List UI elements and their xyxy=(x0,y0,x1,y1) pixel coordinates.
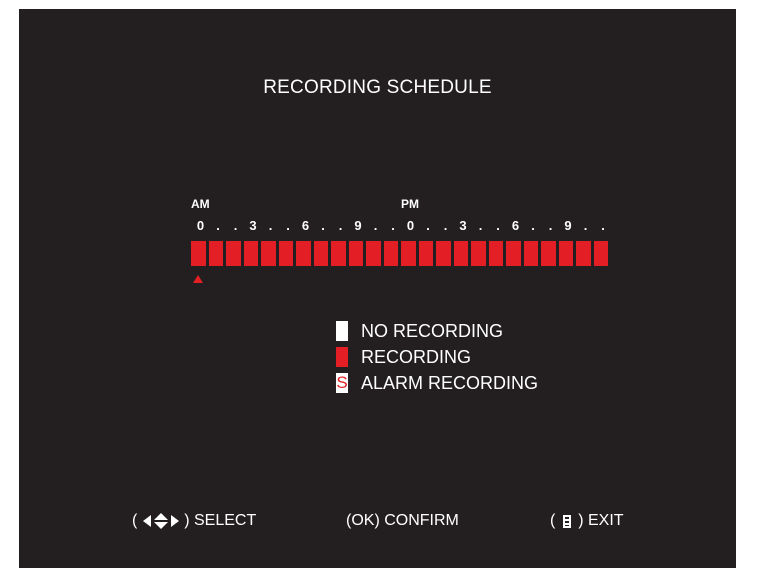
arrow-up-icon xyxy=(153,513,168,520)
hour-tick-label: 0 xyxy=(196,218,205,233)
arrow-up-down-icon xyxy=(153,513,168,529)
hour-block[interactable] xyxy=(436,241,451,266)
footer-exit-hint: ( ) EXIT xyxy=(550,512,624,530)
hour-block[interactable] xyxy=(208,241,223,266)
legend-recording: RECORDING xyxy=(336,344,538,370)
hour-tick-label: 3 xyxy=(249,218,257,233)
hour-block[interactable] xyxy=(593,241,608,266)
hour-block[interactable] xyxy=(488,241,503,266)
legend: NO RECORDING RECORDING S ALARM RECORDING xyxy=(336,318,538,396)
hour-block[interactable] xyxy=(366,241,381,266)
hour-tick-label: 0 xyxy=(406,218,415,233)
legend-no-recording: NO RECORDING xyxy=(336,318,538,344)
legend-no-recording-label: NO RECORDING xyxy=(361,320,504,341)
hour-block[interactable] xyxy=(541,241,556,266)
hour-block[interactable] xyxy=(418,241,433,266)
hour-tick-label: . xyxy=(321,218,325,233)
hour-block[interactable] xyxy=(191,241,206,266)
hour-tick-label: 6 xyxy=(301,218,310,233)
hour-block[interactable] xyxy=(278,241,293,266)
hour-schedule-bar[interactable] xyxy=(191,241,608,266)
hour-block[interactable] xyxy=(313,241,328,266)
page-title: RECORDING SCHEDULE xyxy=(263,77,492,98)
hour-block[interactable] xyxy=(506,241,521,266)
hour-tick-label: . xyxy=(286,218,290,233)
footer-select-hint: ( ) SELECT xyxy=(132,512,256,530)
open-paren: ( xyxy=(550,512,560,529)
hour-block[interactable] xyxy=(558,241,573,266)
hour-tick-label: . xyxy=(338,218,343,233)
hour-tick-label: . xyxy=(583,218,588,233)
hour-block[interactable] xyxy=(261,241,276,266)
hour-tick-labels: 0.. 3.. 6.. 9.. 0.. 3.. 6.. 9.. xyxy=(192,218,612,234)
arrow-right-icon xyxy=(170,515,179,527)
osd-screen: RECORDING SCHEDULE AM PM 0..3..6..9..0..… xyxy=(19,9,736,568)
legend-recording-label: RECORDING xyxy=(361,346,472,367)
pm-label: PM xyxy=(401,197,419,211)
recording-swatch-icon xyxy=(336,347,348,367)
open-paren: ( xyxy=(132,512,142,529)
hour-block[interactable] xyxy=(523,241,538,266)
hour-tick-label: . xyxy=(216,218,220,233)
hour-block[interactable] xyxy=(471,241,486,266)
hour-tick-label: . xyxy=(268,218,273,233)
am-label: AM xyxy=(191,197,210,211)
legend-alarm-recording-label: ALARM RECORDING xyxy=(361,372,539,393)
close-paren: ) xyxy=(179,512,190,529)
hour-block[interactable] xyxy=(383,241,398,266)
hour-tick-label: . xyxy=(443,218,448,233)
confirm-label: CONFIRM xyxy=(379,512,459,529)
legend-alarm-recording: S ALARM RECORDING xyxy=(336,370,538,396)
hour-tick-label: . xyxy=(391,218,395,233)
hour-tick-label: . xyxy=(496,218,500,233)
arrow-left-icon xyxy=(142,515,151,527)
hour-tick-label: . xyxy=(478,218,483,233)
hour-tick-label: . xyxy=(373,218,378,233)
hour-tick-label: . xyxy=(548,218,553,233)
no-recording-swatch-icon xyxy=(336,321,348,341)
hour-tick-label: . xyxy=(601,218,605,233)
hour-block[interactable] xyxy=(296,241,311,266)
hour-tick-label: 6 xyxy=(511,218,520,233)
hour-block[interactable] xyxy=(401,241,416,266)
close-paren: ) xyxy=(573,512,584,529)
hour-block[interactable] xyxy=(453,241,468,266)
hour-block[interactable] xyxy=(331,241,346,266)
footer-confirm-hint: (OK) CONFIRM xyxy=(346,512,459,530)
exit-label: EXIT xyxy=(583,512,624,529)
arrow-down-icon xyxy=(153,522,168,529)
hour-tick-label: 9 xyxy=(564,218,572,233)
hour-block[interactable] xyxy=(243,241,258,266)
selected-hour-cursor-icon xyxy=(193,275,203,283)
hour-tick-label: . xyxy=(233,218,238,233)
hour-tick-label: . xyxy=(426,218,430,233)
hour-tick-label: 9 xyxy=(354,218,362,233)
select-label: SELECT xyxy=(189,512,257,529)
hour-block[interactable] xyxy=(576,241,591,266)
alarm-recording-swatch-icon: S xyxy=(336,373,348,393)
hour-tick-label: 3 xyxy=(459,218,467,233)
menu-icon xyxy=(562,514,571,528)
hour-tick-label: . xyxy=(531,218,535,233)
hour-block[interactable] xyxy=(226,241,241,266)
ok-key-label: (OK) xyxy=(346,512,380,529)
hour-block[interactable] xyxy=(348,241,363,266)
